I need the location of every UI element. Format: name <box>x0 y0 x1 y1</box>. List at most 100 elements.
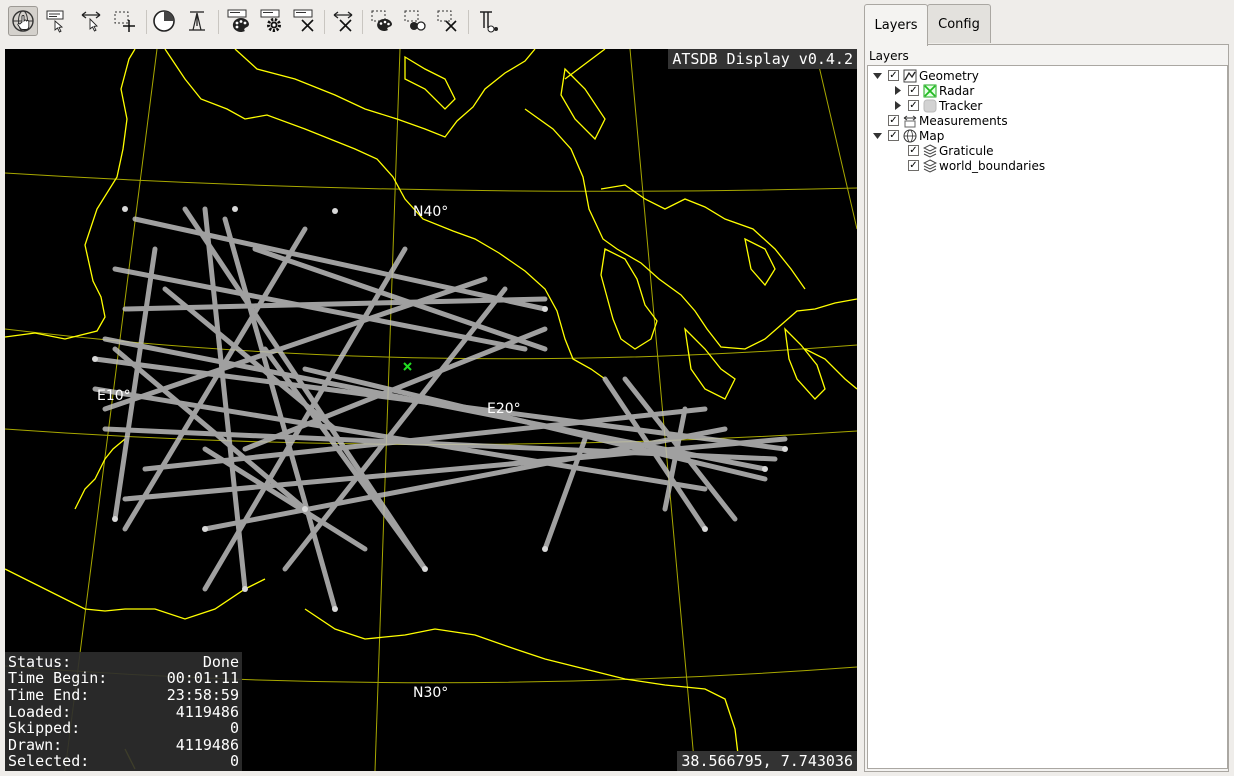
tree-item-radar[interactable]: ✓ Radar <box>892 83 974 98</box>
time-begin-row: Time Begin: 00:01:11 <box>8 670 239 687</box>
layers-title: Layers <box>869 49 909 63</box>
tree-item-measurements[interactable]: ✓ Measurements <box>888 113 1008 128</box>
style-button[interactable] <box>224 6 254 36</box>
arrows-cursor-icon <box>81 11 101 32</box>
version-label: ATSDB Display v0.4.2 <box>668 49 857 69</box>
toolbar-separator <box>362 10 363 34</box>
tree-item-label: Tracker <box>939 98 983 113</box>
layers-tree[interactable]: ✓ Geometry ✓ Radar ✓ Tracker ✓ Measureme… <box>867 65 1228 769</box>
status-panel: Status: Done Time Begin: 00:01:11 Time End… <box>5 651 242 771</box>
tree-item-label: Measurements <box>919 113 1008 128</box>
toolbar <box>0 0 860 46</box>
status-label: Status: <box>8 652 72 671</box>
loaded-label: Loaded: <box>8 702 72 721</box>
selected-label: Selected: <box>8 752 90 771</box>
globe-hand-icon <box>12 10 34 32</box>
tree-item-world-boundaries[interactable]: ✓ world_boundaries <box>908 158 1045 173</box>
toolbar-separator <box>324 10 325 34</box>
geometry-checkbox[interactable]: ✓ <box>888 70 899 81</box>
tree-item-map[interactable]: ✓ Map <box>872 128 944 143</box>
select-plus-icon <box>114 11 135 32</box>
track-lines <box>92 206 788 612</box>
time-end-row: Time End: 23:58:59 <box>8 687 239 704</box>
select-style-button[interactable] <box>367 6 397 36</box>
skipped-row: Skipped: 0 <box>8 720 239 737</box>
world-boundaries-checkbox[interactable]: ✓ <box>908 160 919 171</box>
tree-item-label: Graticule <box>939 143 994 158</box>
tree-item-tracker[interactable]: ✓ Tracker <box>892 98 982 113</box>
geometry-icon <box>903 69 917 83</box>
select-x-icon <box>437 10 457 32</box>
graticule-checkbox[interactable]: ✓ <box>908 145 919 156</box>
tab-config[interactable]: Config <box>927 4 991 43</box>
skipped-value: 0 <box>229 719 239 738</box>
text-button[interactable] <box>472 6 502 36</box>
measurements-icon <box>903 114 917 128</box>
graticule-label-e20: E20° <box>487 401 521 417</box>
status-row: Status: Done <box>8 654 239 671</box>
tracker-icon <box>923 99 937 113</box>
settings-button[interactable] <box>257 6 287 36</box>
clear-measure-button[interactable] <box>328 6 358 36</box>
layers-icon <box>923 158 937 173</box>
graticule-label-e10: E10° <box>97 388 131 404</box>
tree-item-label: world_boundaries <box>939 158 1046 173</box>
loaded-value: 4119486 <box>175 702 239 721</box>
selected-value: 0 <box>229 752 239 771</box>
time-end-value: 23:58:59 <box>166 686 239 705</box>
select-filter-button[interactable] <box>400 6 430 36</box>
measure-distance-button[interactable] <box>76 6 106 36</box>
time-filter-button[interactable] <box>149 6 179 36</box>
status-value: Done <box>202 652 239 671</box>
toolbar-separator <box>146 10 147 34</box>
gear-icon <box>260 9 281 32</box>
clock-icon <box>153 10 175 32</box>
altitude-icon <box>189 11 205 31</box>
label-cursor-icon <box>46 10 64 33</box>
tracker-checkbox[interactable]: ✓ <box>908 100 919 111</box>
collapsed-arrow-icon[interactable] <box>892 101 902 111</box>
layers-pane: Layers ✓ Geometry ✓ Radar ✓ Tracker ✓ Me… <box>864 44 1229 772</box>
tree-item-label: Map <box>919 128 945 143</box>
graticule-label-n30: N30° <box>413 685 449 701</box>
loaded-row: Loaded: 4119486 <box>8 704 239 721</box>
toolbar-separator <box>468 10 469 34</box>
time-end-label: Time End: <box>8 686 90 705</box>
graticule-label-n40: N40° <box>413 204 449 220</box>
measurements-checkbox[interactable]: ✓ <box>888 115 899 126</box>
time-begin-label: Time Begin: <box>8 669 108 688</box>
select-circles-icon <box>404 10 426 31</box>
skipped-label: Skipped: <box>8 719 81 738</box>
drawn-label: Drawn: <box>8 735 63 754</box>
label-button[interactable] <box>42 6 72 36</box>
navigate-button[interactable] <box>8 6 38 36</box>
altitude-button[interactable] <box>182 6 212 36</box>
clear-selection-button[interactable] <box>433 6 463 36</box>
expand-arrow-icon[interactable] <box>872 131 882 141</box>
drawn-value: 4119486 <box>175 735 239 754</box>
tree-item-geometry[interactable]: ✓ Geometry <box>872 68 979 83</box>
radar-checkbox[interactable]: ✓ <box>908 85 919 96</box>
collapsed-arrow-icon[interactable] <box>892 86 902 96</box>
text-icon <box>480 11 498 33</box>
tab-layers[interactable]: Layers <box>864 4 928 46</box>
time-begin-value: 00:01:11 <box>166 669 239 688</box>
arrows-x-icon <box>333 11 353 32</box>
radar-icon <box>923 84 937 98</box>
tree-item-graticule[interactable]: ✓ Graticule <box>908 143 994 158</box>
globe-icon <box>903 129 917 143</box>
map-checkbox[interactable]: ✓ <box>888 130 899 141</box>
select-palette-icon <box>371 10 392 31</box>
clear-button[interactable] <box>290 6 320 36</box>
cursor-coordinates: 38.566795, 7.743036 <box>677 751 857 771</box>
layers-icon <box>923 143 937 158</box>
palette-icon <box>227 9 249 32</box>
tree-item-label: Radar <box>939 83 975 98</box>
drawn-row: Drawn: 4119486 <box>8 737 239 754</box>
tree-item-label: Geometry <box>919 68 979 83</box>
clear-x-icon <box>293 9 314 32</box>
map-view[interactable]: N40° N30° E10° E20° ATSDB Display v0.4.2… <box>5 49 857 771</box>
selected-row: Selected: 0 <box>8 753 239 770</box>
select-button[interactable] <box>110 6 140 36</box>
expand-arrow-icon[interactable] <box>872 71 882 81</box>
